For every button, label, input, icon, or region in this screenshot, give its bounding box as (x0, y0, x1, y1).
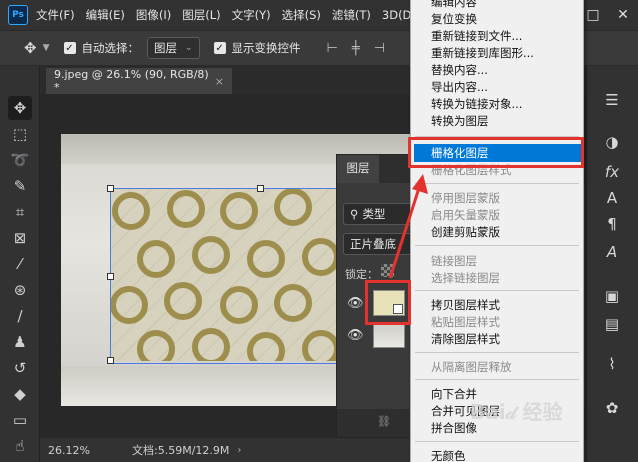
move-tool-icon[interactable]: ✥ (24, 39, 37, 57)
smudge-tool-icon[interactable]: ☝ (8, 434, 32, 458)
layer-filter-value: 类型 (362, 207, 386, 221)
menu-item[interactable]: 启用矢量蒙版 (431, 207, 500, 223)
gradient-tool-icon[interactable]: ▭ (8, 408, 32, 432)
close-icon[interactable]: × (215, 75, 224, 88)
menu-item[interactable]: 复位变换 (431, 11, 477, 27)
menu-filter[interactable]: 滤镜(T) (332, 7, 371, 23)
menu-layer[interactable]: 图层(L) (182, 7, 220, 23)
menu-item[interactable]: 从隔离图层释放 (431, 359, 512, 375)
menu-item[interactable]: 停用图层蒙版 (431, 190, 500, 206)
annotation-box-menu (408, 137, 584, 168)
right-dock: ☰ ◑ fx A ¶ A ▣ ▤ ⌇ ✿ (586, 66, 638, 462)
frame-tool-icon[interactable]: ⊠ (8, 226, 32, 250)
eyedropper-tool-icon[interactable]: ⁄ (8, 252, 32, 276)
menu-item[interactable]: 编辑内容 (431, 0, 477, 10)
menu-select[interactable]: 选择(S) (282, 7, 321, 23)
tab-layers[interactable]: 图层 (337, 155, 379, 183)
tool-preset-chevron-icon[interactable]: ▼ (43, 43, 50, 53)
menu-item[interactable]: 链接图层 (431, 253, 477, 269)
properties-icon[interactable]: ☰ (597, 88, 627, 112)
transform-handle[interactable] (257, 185, 264, 192)
eye-icon[interactable]: 👁 (347, 296, 364, 311)
move-tool-icon[interactable]: ✥ (8, 96, 32, 120)
menu-separator (415, 352, 579, 353)
transform-handle[interactable] (107, 273, 114, 280)
align-left-icon[interactable]: ⊢ (327, 41, 338, 56)
menu-item[interactable]: 转换为图层 (431, 113, 489, 129)
show-transform-label: 显示变换控件 (231, 41, 301, 55)
history-brush-tool-icon[interactable]: ↺ (8, 356, 32, 380)
menu-item[interactable]: 重新链接到文件... (431, 28, 522, 44)
menu-item[interactable]: 粘贴图层样式 (431, 314, 500, 330)
menu-image[interactable]: 图像(I) (136, 7, 171, 23)
adjustments-icon[interactable]: ◑ (597, 130, 627, 154)
menu-file[interactable]: 文件(F) (36, 7, 75, 23)
quick-select-tool-icon[interactable]: ✎ (8, 174, 32, 198)
menu-separator (415, 290, 579, 291)
document-tab[interactable]: 9.jpeg @ 26.1% (90, RGB/8) * × (46, 68, 232, 94)
paths-icon[interactable]: ⌇ (597, 352, 627, 376)
menu-edit[interactable]: 编辑(E) (86, 7, 125, 23)
baidu-watermark: Bai𝒹 经验 (470, 400, 563, 424)
menu-item[interactable]: 无颜色 (431, 448, 466, 462)
lasso-tool-icon[interactable]: ➰ (8, 148, 32, 172)
search-icon: ⚲ (350, 207, 359, 221)
eye-icon[interactable]: 👁 (347, 328, 364, 343)
link-layers-icon[interactable]: ⛓ (377, 415, 391, 428)
lock-transparency-icon[interactable] (381, 264, 394, 277)
menu-separator (415, 245, 579, 246)
styles-fx-icon[interactable]: fx (597, 160, 627, 184)
auto-select-label: 自动选择： (81, 41, 140, 55)
menu-item[interactable]: 转换为链接对象... (431, 96, 522, 112)
marquee-tool-icon[interactable]: ⬚ (8, 122, 32, 146)
menu-type[interactable]: 文字(Y) (232, 7, 271, 23)
menu-item[interactable]: 替换内容... (431, 62, 488, 78)
status-expand-icon[interactable]: › (237, 445, 241, 456)
auto-select-value: 图层 (154, 41, 177, 55)
menu-item[interactable]: 导出内容... (431, 79, 488, 95)
close-window-button[interactable]: ✕ (608, 0, 638, 30)
menu-item[interactable]: 拷贝图层样式 (431, 297, 500, 313)
align-center-icon[interactable]: ╪ (352, 41, 360, 56)
paragraph-icon[interactable]: ¶ (597, 212, 627, 236)
clone-stamp-tool-icon[interactable]: ♟ (8, 330, 32, 354)
libraries-icon[interactable]: ▤ (597, 312, 627, 336)
crop-tool-icon[interactable]: ⌗ (8, 200, 32, 224)
document-size: 文档:5.59M/12.9M (132, 444, 230, 457)
menu-item[interactable]: 清除图层样式 (431, 331, 500, 347)
tools-panel: ✥ ⬚ ➰ ✎ ⌗ ⊠ ⁄ ⊛ ∕ ♟ ↺ ◆ ▭ ☝ (0, 66, 40, 462)
chevron-down-icon: ⌄ (185, 43, 193, 53)
swatches-icon[interactable]: ▣ (597, 284, 627, 308)
menu-separator (415, 183, 579, 184)
menu-item[interactable]: 重新链接到库图形... (431, 45, 534, 61)
auto-select-dropdown[interactable]: 图层 ⌄ (147, 37, 200, 59)
photoshop-logo-icon: Ps (8, 5, 28, 25)
layer-thumbnail[interactable] (373, 322, 405, 348)
menu-item[interactable]: 选择链接图层 (431, 270, 500, 286)
zoom-level[interactable]: 26.12% (48, 444, 118, 457)
character-icon[interactable]: A (597, 186, 627, 210)
auto-select-checkbox[interactable]: ✓ (63, 42, 76, 54)
healing-brush-tool-icon[interactable]: ⊛ (8, 278, 32, 302)
eraser-tool-icon[interactable]: ◆ (8, 382, 32, 406)
menu-separator (415, 441, 579, 442)
annotation-box-thumbnail (365, 280, 411, 325)
glyphs-icon[interactable]: A (597, 240, 627, 264)
layer-context-menu: 编辑内容 复位变换 重新链接到文件... 重新链接到库图形... 替换内容...… (410, 0, 584, 462)
transform-handle[interactable] (107, 185, 114, 192)
menu-item[interactable]: 创建剪贴蒙版 (431, 224, 500, 240)
brush-tool-icon[interactable]: ∕ (8, 304, 32, 328)
align-right-icon[interactable]: ⊣ (374, 41, 385, 56)
document-tab-title: 9.jpeg @ 26.1% (90, RGB/8) * (54, 68, 209, 94)
blend-mode-value: 正片叠底 (350, 237, 396, 251)
menu-separator (415, 379, 579, 380)
transform-handle[interactable] (107, 357, 114, 364)
show-transform-checkbox[interactable]: ✓ (213, 42, 226, 54)
brushes-icon[interactable]: ✿ (597, 396, 627, 420)
